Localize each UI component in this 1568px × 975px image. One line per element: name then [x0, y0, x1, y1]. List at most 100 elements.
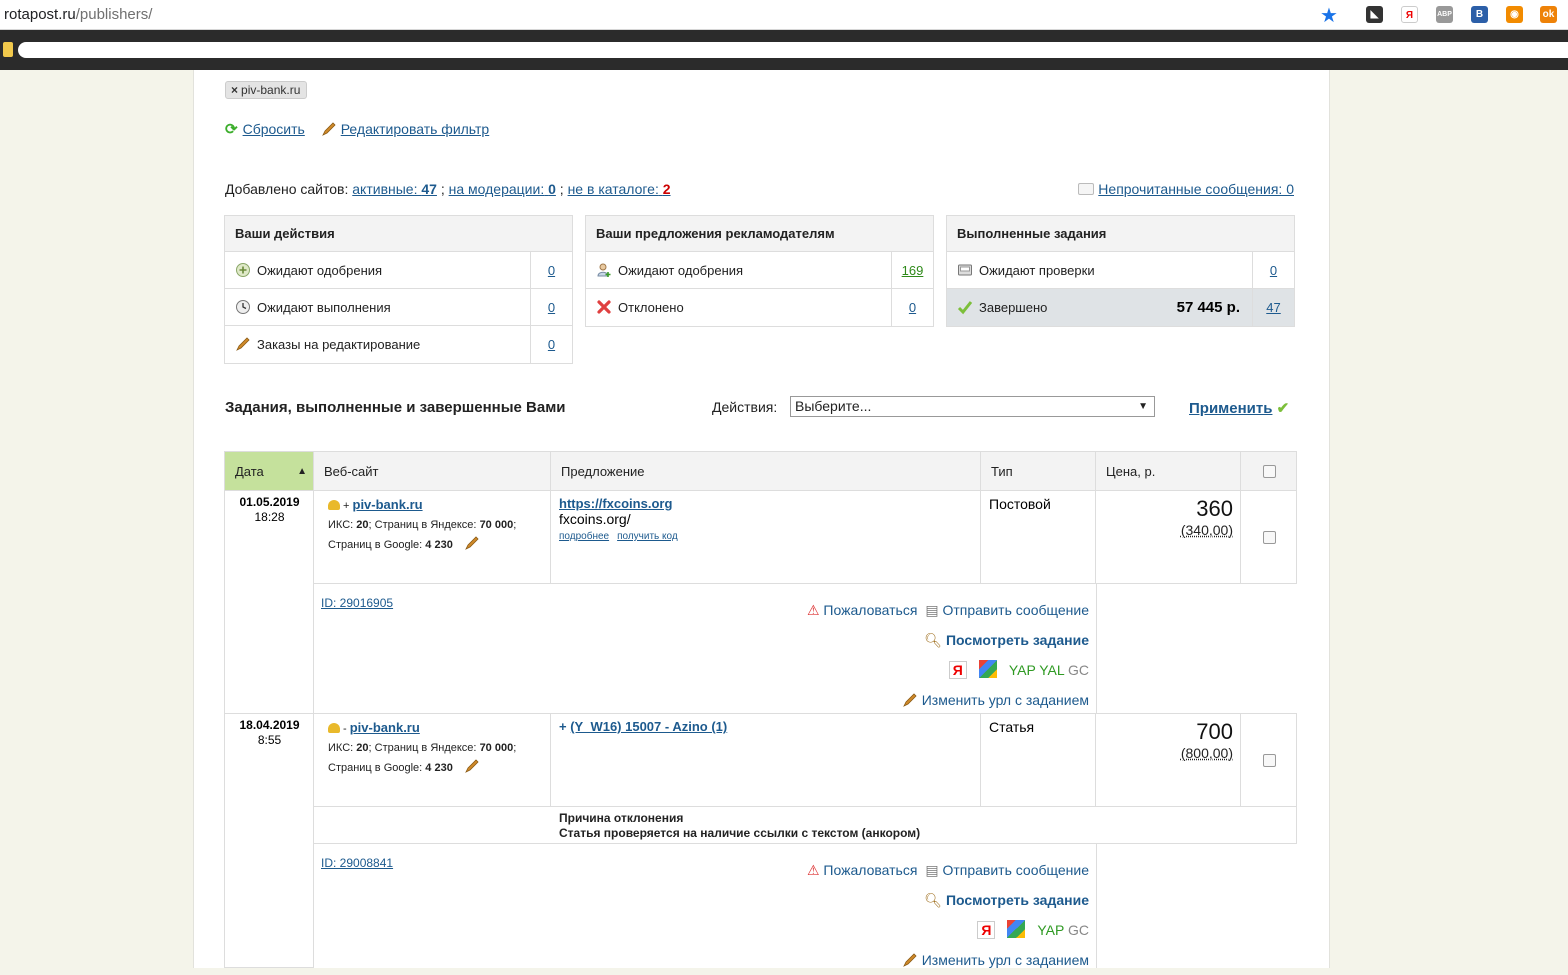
box-row-count[interactable]: 0 — [1270, 263, 1277, 278]
b-icon[interactable]: B — [1471, 6, 1488, 23]
edit-filter-link[interactable]: Редактировать фильтр — [341, 121, 490, 137]
task-id-link[interactable]: ID: 29008841 — [321, 856, 393, 870]
price-value: 700 — [1096, 719, 1233, 745]
box-row-count[interactable]: 0 — [548, 263, 555, 278]
refresh-icon: ⟳ — [225, 120, 238, 138]
yandex-icon[interactable]: Я — [1401, 6, 1418, 23]
checkmark-icon: ✔ — [1277, 400, 1290, 417]
yap-status: YAP — [1009, 662, 1036, 678]
abp-icon[interactable]: ABP — [1436, 6, 1453, 23]
page-content: × piv-bank.ru ⟳ Сбросить Редактировать фил… — [193, 70, 1330, 968]
column-header-date[interactable]: Дата ▲ — [224, 451, 314, 491]
google-value: 4 230 — [425, 539, 453, 551]
select-value: Выберите... — [795, 398, 871, 414]
header-label: Веб-сайт — [324, 464, 378, 479]
google-value: 4 230 — [425, 762, 453, 774]
iks-label: ИКС: — [328, 742, 353, 754]
rejection-text: Статья проверяется на наличие ссылки с т… — [559, 826, 920, 840]
column-header-price[interactable]: Цена, р. — [1095, 451, 1241, 491]
site-link[interactable]: piv-bank.ru — [350, 720, 420, 735]
box-row-label: Ожидают одобрения — [618, 263, 743, 278]
box-title: Ваши предложения рекламодателям — [586, 216, 933, 252]
pencil-icon[interactable] — [464, 535, 480, 551]
apply-link[interactable]: Применить — [1189, 400, 1272, 417]
pencil-icon[interactable] — [464, 758, 480, 774]
browser-toolbar: rotapost.ru/publishers/ ★ ◣ Я ABP B ◉ ok — [0, 0, 1568, 30]
column-header-type[interactable]: Тип — [980, 451, 1096, 491]
active-sites-link[interactable]: активные: 47 — [352, 181, 437, 197]
site-link[interactable]: piv-bank.ru — [353, 497, 423, 512]
box-row-label: Ожидают проверки — [979, 263, 1095, 278]
type-cell: Статья — [980, 713, 1096, 807]
pencil-icon — [321, 121, 337, 137]
folder-icon[interactable] — [3, 42, 13, 57]
moderation-sites-link[interactable]: на модерации: 0 — [449, 181, 556, 197]
get-code-link[interactable]: получить код — [617, 531, 678, 542]
box-title: Выполненные задания — [947, 216, 1294, 252]
change-url-link[interactable]: Изменить урл с заданием — [922, 952, 1089, 968]
google-icon[interactable] — [1007, 920, 1025, 938]
your-actions-box: Ваши действия Ожидают одобрения 0 Ожидаю… — [224, 215, 573, 364]
box-row-count[interactable]: 0 — [909, 300, 916, 315]
box-row-count[interactable]: 0 — [548, 300, 555, 315]
column-header-select — [1240, 451, 1297, 491]
google-icon[interactable] — [979, 660, 997, 678]
address-bar[interactable]: rotapost.ru/publishers/ — [4, 6, 152, 23]
checkmark-icon — [957, 299, 973, 315]
view-task-link[interactable]: Посмотреть задание — [946, 892, 1089, 908]
ok-icon[interactable]: ok — [1540, 6, 1557, 23]
actions-select[interactable]: Выберите... ▼ — [790, 396, 1155, 417]
box-title: Ваши действия — [225, 216, 572, 252]
apply-button[interactable]: Применить ✔ — [1189, 399, 1289, 417]
filter-tag-label: piv-bank.ru — [241, 83, 300, 97]
offer-link[interactable]: https://fxcoins.org — [559, 496, 672, 511]
document-icon: ▤ — [925, 862, 938, 878]
unread-messages-link[interactable]: Непрочитанные сообщения: 0 — [1098, 181, 1294, 197]
box-row-count[interactable]: 0 — [548, 337, 555, 352]
complain-link[interactable]: Пожаловаться — [823, 862, 917, 878]
not-catalog-link[interactable]: не в каталоге: 2 — [568, 181, 671, 197]
box-row-count[interactable]: 47 — [1266, 300, 1280, 315]
pencil-icon — [902, 952, 918, 968]
box-row: Отклонено 0 — [586, 289, 933, 326]
pencil-icon — [235, 336, 251, 352]
checkbox-cell — [1240, 713, 1297, 807]
row-checkbox[interactable] — [1263, 531, 1276, 544]
yandex-label: ; Страниц в Яндексе: — [369, 519, 477, 531]
row-checkbox[interactable] — [1263, 754, 1276, 767]
offer-sign: + — [559, 719, 567, 734]
completed-tasks-box: Выполненные задания Ожидают проверки 0 З… — [946, 215, 1295, 327]
offer-link[interactable]: (Y_W16) 15007 - Azino (1) — [570, 719, 727, 734]
task-id-link[interactable]: ID: 29016905 — [321, 596, 393, 610]
column-header-offer[interactable]: Предложение — [550, 451, 981, 491]
vk-icon[interactable]: ◣ — [1366, 6, 1383, 23]
row-time: 8:55 — [258, 733, 281, 747]
chevron-down-icon: ▼ — [1138, 397, 1148, 416]
unread-messages: Непрочитанные сообщения: 0 — [1078, 181, 1294, 197]
yandex-icon[interactable]: Я — [949, 661, 967, 679]
iks-label: ИКС: — [328, 519, 353, 531]
complain-link[interactable]: Пожаловаться — [823, 602, 917, 618]
filter-tag[interactable]: × piv-bank.ru — [225, 81, 307, 99]
view-task-link[interactable]: Посмотреть задание — [946, 632, 1089, 648]
heart-icon — [328, 500, 340, 510]
send-message-link[interactable]: Отправить сообщение — [942, 862, 1089, 878]
not-catalog-count: 2 — [663, 181, 671, 197]
box-row-label: Ожидают выполнения — [257, 300, 391, 315]
select-all-checkbox[interactable] — [1263, 465, 1276, 478]
bookmarks-strip — [18, 42, 1568, 58]
change-url-link[interactable]: Изменить урл с заданием — [922, 692, 1089, 708]
yandex-icon[interactable]: Я — [977, 921, 995, 939]
column-header-website[interactable]: Веб-сайт — [313, 451, 551, 491]
warning-icon: ⚠ — [807, 862, 820, 878]
box-row-count[interactable]: 169 — [902, 263, 924, 278]
bookmark-star-icon[interactable]: ★ — [1320, 3, 1338, 28]
reset-link[interactable]: Сбросить — [243, 121, 305, 137]
gc-status: GC — [1068, 922, 1089, 938]
pencil-icon — [902, 692, 918, 708]
rss-icon[interactable]: ◉ — [1506, 6, 1523, 23]
close-icon[interactable]: × — [231, 83, 238, 97]
more-link[interactable]: подробнее — [559, 531, 609, 542]
send-message-link[interactable]: Отправить сообщение — [942, 602, 1089, 618]
heart-icon — [328, 723, 340, 733]
